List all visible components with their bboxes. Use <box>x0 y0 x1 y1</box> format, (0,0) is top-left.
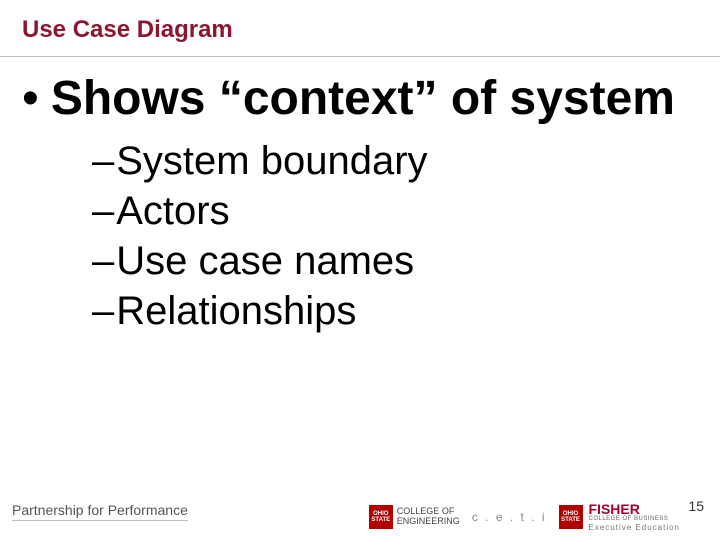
list-item: – Relationships <box>92 286 698 336</box>
title-divider <box>0 56 720 57</box>
content-area: • Shows “context” of system – System bou… <box>22 72 698 336</box>
bullet-dot-icon: • <box>22 72 39 126</box>
sub-text: Relationships <box>116 286 356 336</box>
sub-list: – System boundary – Actors – Use case na… <box>92 136 698 336</box>
dash-icon: – <box>92 286 114 336</box>
sub-text: Actors <box>116 186 229 236</box>
fisher-sub2: Executive Education <box>589 524 681 532</box>
dash-icon: – <box>92 236 114 286</box>
footer-partnership-text: Partnership for Performance <box>12 502 188 518</box>
dash-icon: – <box>92 186 114 236</box>
fisher-main: FISHER <box>589 502 681 516</box>
osu-line2: STATE <box>371 517 390 523</box>
osu-engineering-logo: OHIO STATE COLLEGE OF ENGINEERING <box>369 505 460 529</box>
fisher-text: FISHER COLLEGE OF BUSINESS Executive Edu… <box>589 502 681 532</box>
dash-icon: – <box>92 136 114 186</box>
bullet-text: Shows “context” of system <box>51 72 675 126</box>
list-item: – Use case names <box>92 236 698 286</box>
fisher-logo: OHIO STATE FISHER COLLEGE OF BUSINESS Ex… <box>559 502 681 532</box>
engineering-text: COLLEGE OF ENGINEERING <box>397 507 460 527</box>
osu-icon: OHIO STATE <box>559 505 583 529</box>
slide-title: Use Case Diagram <box>22 16 233 44</box>
logo-strip: OHIO STATE COLLEGE OF ENGINEERING c . e … <box>369 502 680 532</box>
osu-line2: STATE <box>561 517 580 523</box>
slide: Use Case Diagram • Shows “context” of sy… <box>0 0 720 540</box>
list-item: – System boundary <box>92 136 698 186</box>
sub-text: System boundary <box>116 136 427 186</box>
engineering-line2: ENGINEERING <box>397 517 460 527</box>
bullet-item: • Shows “context” of system <box>22 72 698 126</box>
list-item: – Actors <box>92 186 698 236</box>
fisher-sub1: COLLEGE OF BUSINESS <box>589 516 681 522</box>
footer-underline <box>12 520 188 521</box>
osu-icon: OHIO STATE <box>369 505 393 529</box>
slide-number: 15 <box>688 498 704 514</box>
ceti-logo: c . e . t . i <box>472 510 547 524</box>
footer: Partnership for Performance OHIO STATE C… <box>0 498 720 540</box>
sub-text: Use case names <box>116 236 414 286</box>
